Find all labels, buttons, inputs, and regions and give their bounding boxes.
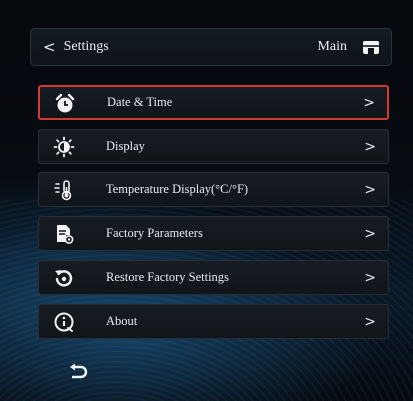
menu-item-label: Temperature Display(°C/°F) bbox=[106, 182, 249, 196]
menu-item-restore-factory-settings[interactable]: Restore Factory Settings > bbox=[38, 260, 389, 295]
chevron-right-icon: > bbox=[364, 181, 376, 198]
header-bar: < Settings Main bbox=[30, 28, 392, 66]
home-icon[interactable] bbox=[359, 35, 383, 59]
menu-item-label: About bbox=[106, 314, 138, 328]
menu-item-date-time[interactable]: Date & Time > bbox=[38, 85, 389, 120]
menu-item-label: Restore Factory Settings bbox=[106, 270, 229, 284]
menu-item-label: Date & Time bbox=[107, 95, 173, 109]
settings-screen: < Settings Main Date & Time > Display > … bbox=[0, 0, 413, 401]
menu-item-label: Display bbox=[106, 139, 145, 153]
menu-item-label: Factory Parameters bbox=[106, 226, 203, 240]
menu-item-display[interactable]: Display > bbox=[38, 129, 389, 164]
chevron-right-icon: > bbox=[363, 94, 375, 111]
document-settings-icon bbox=[53, 223, 75, 245]
info-icon bbox=[53, 311, 75, 333]
return-button[interactable] bbox=[63, 358, 93, 388]
thermometer-icon bbox=[53, 179, 75, 201]
chevron-right-icon: > bbox=[364, 225, 376, 242]
menu-item-factory-parameters[interactable]: Factory Parameters > bbox=[38, 216, 389, 251]
chevron-right-icon: > bbox=[364, 138, 376, 155]
chevron-right-icon: > bbox=[364, 313, 376, 330]
brightness-icon bbox=[53, 136, 75, 158]
page-title: Settings bbox=[63, 39, 109, 54]
alarm-clock-icon bbox=[54, 93, 76, 115]
menu-item-temperature-display[interactable]: Temperature Display(°C/°F) > bbox=[38, 172, 389, 207]
menu-item-about[interactable]: About > bbox=[38, 304, 389, 339]
restore-icon bbox=[53, 267, 75, 289]
chevron-right-icon: > bbox=[364, 269, 376, 286]
main-label[interactable]: Main bbox=[317, 39, 347, 55]
return-arrow-icon bbox=[70, 363, 88, 379]
back-chevron-icon[interactable]: < bbox=[43, 38, 56, 56]
